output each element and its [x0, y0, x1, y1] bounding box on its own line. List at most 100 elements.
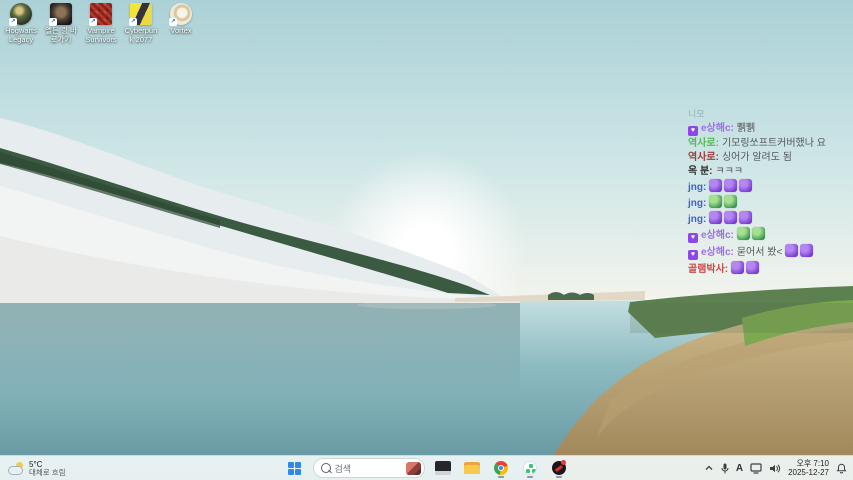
twitch-emote-icon — [724, 211, 738, 224]
windows-logo-icon — [288, 461, 301, 475]
chrome-icon — [493, 461, 508, 475]
chat-message: jng: — [688, 195, 850, 210]
tray-date: 2025-12-27 — [788, 468, 829, 477]
twitch-emote-icon — [785, 244, 799, 257]
clock[interactable]: 오후 7:10 2025-12-27 — [788, 459, 829, 477]
partly-cloudy-icon — [8, 461, 24, 475]
chat-overlay: 니모 ♥ e상해c: 쀍쀍 역사로: 기모링쏘프트커버했나 요 역사로: 싱어가 알려도… — [688, 108, 850, 277]
notification-bell-icon[interactable] — [836, 463, 847, 474]
taskbar-search-box[interactable]: 검색 — [312, 458, 425, 478]
start-button[interactable] — [284, 458, 306, 478]
chat-text: 싱어가 알려도 됨 — [721, 152, 792, 163]
twitch-emote-icon — [746, 261, 760, 274]
chat-username: 역사로: — [688, 152, 719, 163]
twitch-emote-icon — [731, 261, 745, 274]
search-highlight-thumbnail-icon — [405, 461, 421, 475]
shortcut-arrow-icon: ↗ — [9, 18, 17, 26]
desktop-icon-label: Hogwarts Legacy — [5, 26, 37, 44]
desktop-icon-vampire-survivors[interactable]: ↗ Vampire Survivors — [83, 3, 119, 44]
running-indicator — [526, 475, 533, 478]
subscriber-badge-icon: ♥ — [688, 233, 698, 243]
vortex-icon: ↗ — [169, 3, 192, 26]
taskbar-app-redblack[interactable] — [548, 458, 570, 478]
desktop-icon-label: Cyberpunk 2077 — [124, 26, 158, 44]
weather-condition: 대체로 흐림 — [29, 467, 66, 477]
chat-username: 옥 분: — [688, 166, 713, 177]
twitch-emote-icon — [736, 227, 750, 240]
search-placeholder: 검색 — [334, 463, 352, 474]
chat-message: jng: — [688, 211, 850, 226]
taskbar-app-dark[interactable] — [432, 458, 454, 478]
chat-faded-line: 니모 — [688, 109, 705, 119]
volume-icon[interactable] — [769, 463, 781, 474]
elden-ring-icon: ↗ — [49, 3, 72, 26]
twitch-emote-icon — [709, 211, 723, 224]
shortcut-arrow-icon: ↗ — [49, 18, 57, 26]
twitch-emote-icon — [724, 195, 738, 208]
chat-message: ♥ e상해c: — [688, 227, 850, 243]
chat-message: 옥 분: ㅋㅋㅋ — [688, 165, 850, 178]
desktop-root: ↗ Hogwarts Legacy ↗ 엘든 링 바로가기 ↗ Vampire … — [0, 0, 853, 480]
running-indicator — [555, 475, 562, 478]
twitch-emote-icon — [739, 179, 753, 192]
chat-username: e상해c: — [701, 123, 734, 134]
twitch-emote-icon — [751, 227, 765, 240]
taskbar-app-green[interactable] — [519, 458, 541, 478]
chat-username: 역사로: — [688, 138, 719, 149]
chat-message: ♥ e상해c: 묻어서 봤< — [688, 244, 850, 260]
tray-time: 오후 7:10 — [796, 459, 829, 468]
subscriber-badge-icon: ♥ — [688, 126, 698, 136]
hogwarts-legacy-icon: ↗ — [9, 3, 32, 26]
green-dot-app-icon — [522, 461, 537, 475]
shortcut-arrow-icon: ↗ — [89, 18, 97, 26]
search-icon — [320, 463, 331, 473]
shortcut-arrow-icon: ↗ — [129, 18, 137, 26]
chat-username: jng: — [688, 214, 707, 225]
taskbar-center: 검색 — [284, 456, 570, 480]
chat-text: 기모링쏘프트커버했나 요 — [721, 138, 826, 149]
chat-message: 역사로: 기모링쏘프트커버했나 요 — [688, 137, 850, 150]
system-tray: A 오후 7:10 2025-12-27 — [704, 456, 853, 480]
file-explorer-icon — [463, 462, 480, 474]
red-black-app-icon — [551, 460, 566, 475]
weather-widget-button[interactable]: 5°C 대체로 흐림 — [0, 456, 74, 480]
cyberpunk-2077-icon: ↗ — [129, 3, 152, 26]
twitch-emote-icon — [800, 244, 814, 257]
twitch-emote-icon — [709, 195, 723, 208]
twitch-emote-icon — [724, 179, 738, 192]
vampire-survivors-icon: ↗ — [89, 3, 112, 26]
desktop-icon-label: Vortex — [170, 26, 192, 35]
chat-text: 묻어서 봤< — [736, 247, 783, 258]
chat-message: 골램박사: — [688, 261, 850, 276]
desktop-icon-label: Vampire Survivors — [85, 26, 117, 44]
chat-message: 역사로: 싱어가 알려도 됨 — [688, 151, 850, 164]
desktop-icon-grid: ↗ Hogwarts Legacy ↗ 엘든 링 바로가기 ↗ Vampire … — [3, 3, 199, 44]
chat-message: jng: — [688, 179, 850, 194]
hidden-icons-chevron[interactable] — [704, 464, 714, 472]
microphone-icon[interactable] — [721, 463, 729, 474]
desktop-icon-cyberpunk-2077[interactable]: ↗ Cyberpunk 2077 — [123, 3, 159, 44]
taskbar-app-chrome[interactable] — [490, 458, 512, 478]
desktop-icon-hogwarts-legacy[interactable]: ↗ Hogwarts Legacy — [3, 3, 39, 44]
chat-username: 골램박사: — [688, 264, 729, 275]
network-icon[interactable] — [750, 462, 762, 474]
dark-app-icon — [434, 461, 451, 475]
chat-username: jng: — [688, 198, 707, 209]
chat-text: ㅋㅋㅋ — [715, 166, 744, 177]
twitch-emote-icon — [709, 179, 723, 192]
desktop-icon-vortex[interactable]: ↗ Vortex — [163, 3, 199, 44]
chat-message: ♥ e상해c: 쀍쀍 — [688, 122, 850, 136]
chat-text: 쀍쀍 — [736, 123, 756, 134]
chat-username: jng: — [688, 182, 707, 193]
shortcut-arrow-icon: ↗ — [169, 18, 177, 26]
chat-username: e상해c: — [701, 247, 734, 258]
twitch-emote-icon — [739, 211, 753, 224]
taskbar: 5°C 대체로 흐림 검색 A 오후 7:10 2025-12-27 — [0, 455, 853, 480]
subscriber-badge-icon: ♥ — [688, 250, 698, 260]
desktop-icon-label: 엘든 링 바로가기 — [45, 26, 77, 44]
running-indicator — [497, 475, 504, 478]
taskbar-app-file-explorer[interactable] — [461, 458, 483, 478]
ime-language-indicator[interactable]: A — [736, 463, 743, 474]
chat-username: e상해c: — [701, 230, 734, 241]
desktop-icon-elden-ring[interactable]: ↗ 엘든 링 바로가기 — [43, 3, 79, 44]
